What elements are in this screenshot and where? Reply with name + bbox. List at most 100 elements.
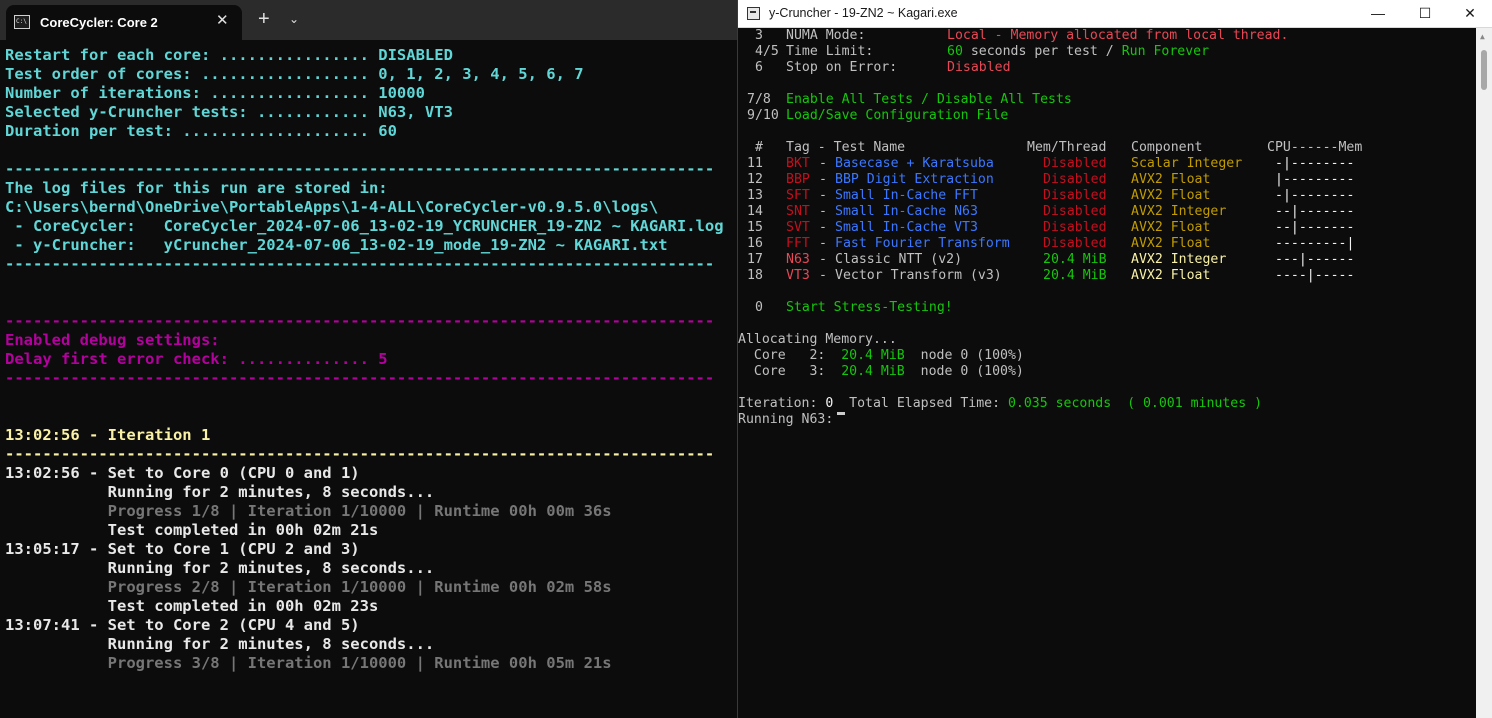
terminal-line: - CoreCycler: CoreCycler_2024-07-06_13-0…: [5, 217, 724, 235]
setting-label: Stop on Error:: [786, 60, 898, 75]
terminal-line: 13:05:17 - Set to Core 1 (CPU 2 and 3): [5, 540, 360, 558]
new-tab-icon[interactable]: +: [258, 9, 270, 29]
terminal-line: C:\Users\bernd\OneDrive\PortableApps\1-4…: [5, 198, 659, 216]
terminal-window[interactable]: C:\ CoreCycler: Core 2 ✕ + ⌄ Restart for…: [0, 0, 738, 718]
core-node: node 0 (100%): [904, 364, 1024, 379]
header-cpu-mem: CPU------Mem: [1267, 140, 1363, 155]
test-mem: 20.4 MiB: [1043, 252, 1107, 267]
test-mem: Disabled: [1043, 172, 1107, 187]
console-app-icon: [747, 7, 760, 20]
chevron-down-icon[interactable]: ⌄: [289, 9, 299, 29]
test-component: AVX2 Float: [1131, 236, 1211, 251]
terminal-line: ----------------------------------------…: [5, 160, 715, 178]
allocating-text: Allocating Memory...: [738, 332, 897, 347]
terminal-line: Number of iterations: ................. …: [5, 84, 425, 102]
scrollbar-thumb[interactable]: [1481, 50, 1487, 90]
terminal-line: Progress 2/8 | Iteration 1/10000 | Runti…: [5, 578, 612, 596]
core-mem: 20.4 MiB: [841, 348, 905, 363]
terminal-line: Progress 1/8 | Iteration 1/10000 | Runti…: [5, 502, 612, 520]
test-cpu-mem-bar: -|--------: [1275, 156, 1355, 171]
test-tag: SFT: [786, 188, 810, 203]
test-number: 11: [747, 156, 763, 171]
terminal-line: Running for 2 minutes, 8 seconds...: [5, 483, 435, 501]
test-name: Small In-Cache VT3: [835, 220, 978, 235]
setting-value-text: seconds per test /: [962, 44, 1122, 59]
test-component: AVX2 Float: [1131, 220, 1211, 235]
tab-corecycler[interactable]: C:\ CoreCycler: Core 2 ✕: [6, 5, 242, 40]
terminal-line: ----------------------------------------…: [5, 312, 715, 330]
terminal-line: ----------------------------------------…: [5, 445, 715, 463]
test-number: 12: [747, 172, 763, 187]
minimize-icon[interactable]: —: [1355, 0, 1401, 27]
terminal-line: Test completed in 00h 02m 21s: [5, 521, 379, 539]
terminal-line: Selected y-Cruncher tests: ............ …: [5, 103, 453, 121]
test-cpu-mem-bar: ----|-----: [1275, 268, 1355, 283]
terminal-line: 13:07:41 - Set to Core 2 (CPU 4 and 5): [5, 616, 360, 634]
test-name: Small In-Cache N63: [835, 204, 978, 219]
terminal-line: The log files for this run are stored in…: [5, 179, 388, 197]
terminal-line: Running for 2 minutes, 8 seconds...: [5, 635, 435, 653]
test-cpu-mem-bar: --|-------: [1275, 204, 1355, 219]
test-row: 14 SNT - Small In-Cache N63 Disabled AVX2 I…: [738, 204, 1476, 220]
test-cpu-mem-bar: --|-------: [1275, 220, 1355, 235]
test-row: 15 SVT - Small In-Cache VT3 Disabled AVX2 F…: [738, 220, 1476, 236]
scroll-up-icon[interactable]: ▲: [1480, 32, 1485, 41]
core-alloc-line: Core 3: 20.4 MiB node 0 (100%): [738, 364, 1476, 380]
test-dash: -: [811, 236, 835, 251]
scrollbar[interactable]: ▲: [1476, 28, 1492, 718]
terminal-line: 13:02:56 - Set to Core 0 (CPU 0 and 1): [5, 464, 360, 482]
allocating-line: Allocating Memory...: [738, 332, 1476, 348]
setting-stop-on-error: 6 Stop on Error: Disabled: [738, 60, 1476, 76]
test-component: Scalar Integer: [1131, 156, 1243, 171]
test-mem: 20.4 MiB: [1043, 268, 1107, 283]
option-load-save: 9/10 Load/Save Configuration File: [738, 108, 1476, 124]
header-mem: Mem/Thread: [1027, 140, 1107, 155]
tab-bar: C:\ CoreCycler: Core 2 ✕ + ⌄: [0, 0, 738, 40]
tab-title: CoreCycler: Core 2: [40, 15, 158, 30]
header-number: #: [755, 140, 763, 155]
test-row: 13 SFT - Small In-Cache FFT Disabled AVX2 F…: [738, 188, 1476, 204]
ycruncher-console: 3 NUMA Mode: Local - Memory allocated fr…: [738, 28, 1476, 718]
terminal-line: Restart for each core: ................ …: [5, 46, 453, 64]
terminal-line: Test completed in 00h 02m 23s: [5, 597, 379, 615]
terminal-line: 13:02:56 - Iteration 1: [5, 426, 211, 444]
close-icon[interactable]: ✕: [1447, 0, 1492, 27]
terminal-line: ----------------------------------------…: [5, 255, 715, 273]
option-start: 0 Start Stress-Testing!: [738, 300, 1476, 316]
elapsed-seconds: 0.035 seconds: [1007, 396, 1112, 411]
test-tag: VT3: [786, 268, 810, 283]
iteration-label: Iteration:: [738, 396, 826, 411]
ycruncher-window[interactable]: y-Cruncher - 19-ZN2 ~ Kagari.exe — ☐ ✕ 3…: [737, 0, 1492, 718]
test-row: 12 BBP - BBP Digit Extraction Disabled AVX2…: [738, 172, 1476, 188]
test-table-header: # Tag - Test Name Mem/Thread Component C…: [738, 140, 1476, 156]
test-cpu-mem-bar: ---------|: [1275, 236, 1355, 251]
test-mem: Disabled: [1043, 188, 1107, 203]
option-number: 3: [755, 28, 763, 43]
elapsed-minutes: ( 0.001 minutes ): [1111, 396, 1263, 411]
test-dash: -: [811, 220, 835, 235]
option-enable-disable: 7/8 Enable All Tests / Disable All Tests: [738, 92, 1476, 108]
test-dash: -: [811, 188, 835, 203]
test-name: Small In-Cache FFT: [835, 188, 978, 203]
maximize-icon[interactable]: ☐: [1402, 0, 1448, 27]
core-mem: 20.4 MiB: [841, 364, 905, 379]
close-tab-icon[interactable]: ✕: [216, 12, 229, 30]
test-mem: Disabled: [1043, 236, 1107, 251]
test-name: Basecase + Karatsuba: [835, 156, 994, 171]
terminal-line: ----------------------------------------…: [5, 369, 715, 387]
test-dash: -: [811, 204, 835, 219]
iteration-line: Iteration: 0 Total Elapsed Time: 0.035 s…: [738, 396, 1476, 412]
test-mem: Disabled: [1043, 156, 1107, 171]
terminal-output: Restart for each core: ................ …: [5, 46, 724, 673]
header-tag: Tag - Test Name: [786, 140, 906, 155]
test-component: AVX2 Integer: [1131, 252, 1227, 267]
setting-value: Disabled: [947, 60, 1011, 75]
option-number: 7/8: [747, 92, 771, 107]
test-dash: -: [811, 268, 835, 283]
setting-label: NUMA Mode:: [786, 28, 866, 43]
core-label: Core 2:: [738, 348, 842, 363]
terminal-line: Duration per test: .................... …: [5, 122, 397, 140]
setting-label: Time Limit:: [786, 44, 874, 59]
setting-numa: 3 NUMA Mode: Local - Memory allocated fr…: [738, 28, 1476, 44]
